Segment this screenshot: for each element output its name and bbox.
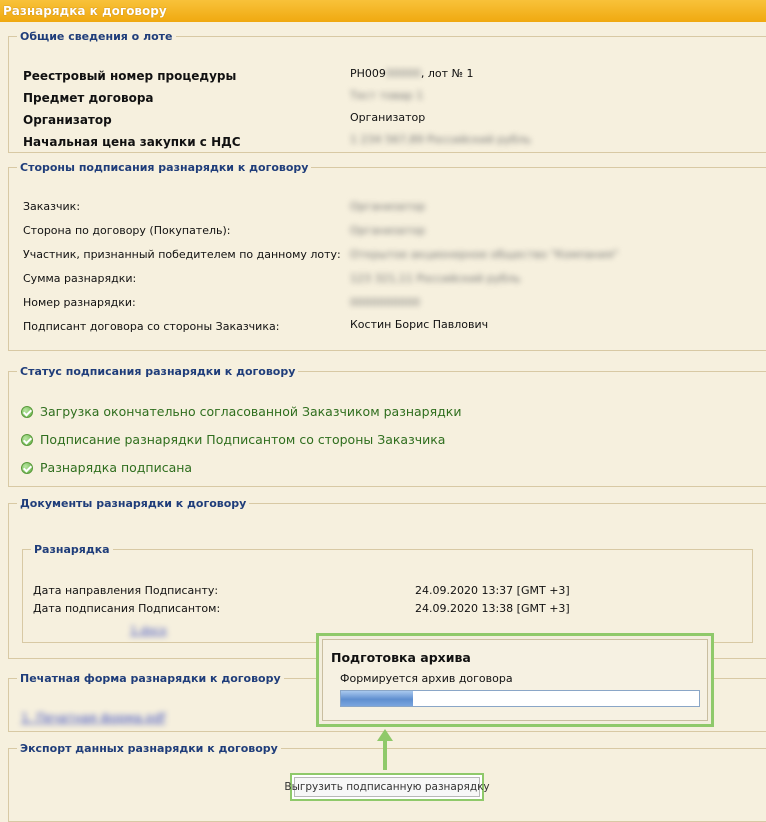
export-legend: Экспорт данных разнарядки к договору <box>20 742 278 755</box>
archive-progress-bar <box>340 690 700 707</box>
initial-price-value: 1 234 567,89 Российский рубль <box>350 133 532 146</box>
archive-dialog-title: Подготовка архива <box>331 650 471 665</box>
allocation-sum-value: 123 321,11 Российский рубль <box>350 272 521 285</box>
signatory-value: Костин Борис Павлович <box>350 318 489 331</box>
customer-value: Организатор <box>350 200 426 213</box>
archive-dialog-body: Подготовка архива Формируется архив дого… <box>322 639 708 721</box>
procedure-number-label: Реестровый номер процедуры <box>23 69 237 83</box>
window-title: Разнарядка к договору <box>0 0 766 22</box>
print-form-legend: Печатная форма разнарядки к договору <box>20 672 281 685</box>
customer-label: Заказчик: <box>23 200 81 213</box>
status-item-upload: Загрузка окончательно согласованной Зака… <box>21 404 461 419</box>
contract-subject-value: Тест товар 1 <box>350 89 424 102</box>
signed-date-value: 24.09.2020 13:38 [GMT +3] <box>415 602 570 615</box>
archive-dialog-message: Формируется архив договора <box>340 672 513 685</box>
check-circle-icon <box>21 433 33 446</box>
check-circle-icon <box>21 405 33 418</box>
lot-info-section: Общие сведения о лоте Реестровый номер п… <box>8 30 766 153</box>
allocation-group: Разнарядка Дата направления Подписанту: … <box>22 543 753 643</box>
allocation-group-legend: Разнарядка <box>34 543 110 556</box>
status-legend: Статус подписания разнарядки к договору <box>20 365 296 378</box>
sent-date-value: 24.09.2020 13:37 [GMT +3] <box>415 584 570 597</box>
status-section: Статус подписания разнарядки к договору … <box>8 365 766 487</box>
documents-legend: Документы разнарядки к договору <box>20 497 247 510</box>
organizer-value: Организатор <box>350 111 426 124</box>
signatory-label: Подписант договора со стороны Заказчика: <box>23 320 280 333</box>
export-signed-allocation-button[interactable]: Выгрузить подписанную разнарядку <box>284 773 490 801</box>
highlight-arrow-shaft <box>383 740 387 770</box>
winner-value: Открытое акционерное общество "Компания" <box>350 248 619 261</box>
archive-progress-fill <box>341 691 413 706</box>
sent-date-label: Дата направления Подписанту: <box>33 584 219 597</box>
allocation-number-label: Номер разнарядки: <box>23 296 136 309</box>
parties-legend: Стороны подписания разнарядки к договору <box>20 161 309 174</box>
parties-section: Стороны подписания разнарядки к договору… <box>8 161 766 351</box>
procedure-number-value: РН00900000, лот № 1 <box>350 67 474 80</box>
status-item-signing: Подписание разнарядки Подписантом со сто… <box>21 432 445 447</box>
signed-date-label: Дата подписания Подписантом: <box>33 602 221 615</box>
buyer-label: Сторона по договору (Покупатель): <box>23 224 231 237</box>
allocation-sum-label: Сумма разнарядки: <box>23 272 137 285</box>
winner-label: Участник, признанный победителем по данн… <box>23 248 341 261</box>
organizer-label: Организатор <box>23 113 112 127</box>
export-button-label[interactable]: Выгрузить подписанную разнарядку <box>284 777 490 797</box>
arrow-up-icon <box>377 729 393 741</box>
status-item-signed: Разнарядка подписана <box>21 460 192 475</box>
print-form-link[interactable]: 1. Печатная форма.pdf <box>21 711 165 725</box>
buyer-value: Организатор <box>350 224 426 237</box>
allocation-file-link[interactable]: 1.docx <box>130 624 167 637</box>
check-circle-icon <box>21 461 33 474</box>
allocation-number-value: 0000000000 <box>350 296 420 309</box>
archive-dialog: Подготовка архива Формируется архив дого… <box>316 633 714 727</box>
initial-price-label: Начальная цена закупки с НДС <box>23 135 241 149</box>
contract-subject-label: Предмет договора <box>23 91 154 105</box>
lot-info-legend: Общие сведения о лоте <box>20 30 173 43</box>
